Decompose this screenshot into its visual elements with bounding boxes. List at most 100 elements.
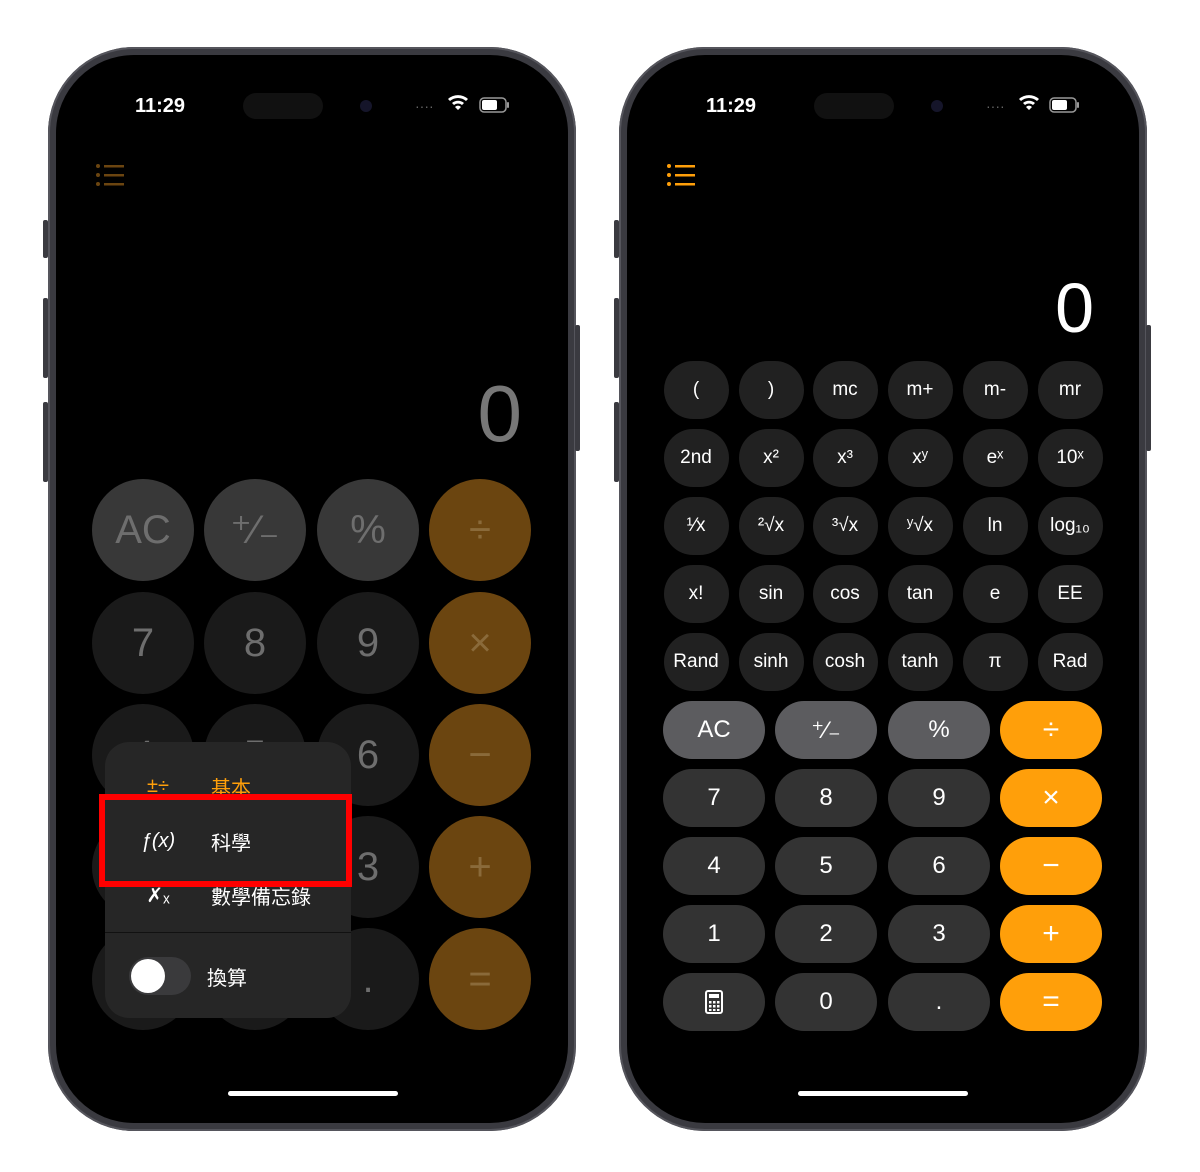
calculator-icon <box>705 990 723 1014</box>
sci-key-10ˣ[interactable]: 10ˣ <box>1037 429 1103 487</box>
key-AC[interactable]: AC <box>92 479 194 581</box>
key-7[interactable]: 7 <box>92 592 194 694</box>
key-label: cosh <box>824 651 866 672</box>
sci-key-m-[interactable]: m- <box>962 361 1028 419</box>
sci-key-mr[interactable]: mr <box>1037 361 1103 419</box>
key-AC[interactable]: AC <box>663 701 765 759</box>
key-3[interactable]: 3 <box>888 905 990 963</box>
key-+[interactable]: + <box>429 816 531 918</box>
key-1[interactable]: 1 <box>663 905 765 963</box>
key-+[interactable]: + <box>1000 905 1102 963</box>
sci-key-Rad[interactable]: Rad <box>1037 633 1103 691</box>
key-=[interactable]: = <box>1000 973 1102 1031</box>
sci-key-x²[interactable]: x² <box>738 429 804 487</box>
key-label: % <box>350 507 386 552</box>
sci-key-cosh[interactable]: cosh <box>812 633 878 691</box>
key-9[interactable]: 9 <box>317 592 419 694</box>
home-indicator[interactable] <box>798 1091 968 1096</box>
key-2[interactable]: 2 <box>775 905 877 963</box>
key-×[interactable]: × <box>429 592 531 694</box>
sci-key-sin[interactable]: sin <box>738 565 804 623</box>
battery-icon <box>1049 97 1081 118</box>
sci-key-)[interactable]: ) <box>738 361 804 419</box>
dynamic-island <box>814 93 894 119</box>
key-label: = <box>1042 985 1060 1018</box>
key-⁺∕₋[interactable]: ⁺∕₋ <box>775 701 877 759</box>
key-label: ³√x <box>831 515 859 536</box>
display-value: 0 <box>477 369 523 458</box>
sci-key-EE[interactable]: EE <box>1037 565 1103 623</box>
key-9[interactable]: 9 <box>888 769 990 827</box>
key-label: tan <box>906 583 934 604</box>
key-label: ( <box>692 379 700 400</box>
key-⁺∕₋[interactable]: ⁺∕₋ <box>204 479 306 581</box>
key-8[interactable]: 8 <box>204 592 306 694</box>
home-indicator[interactable] <box>228 1091 398 1096</box>
sci-key-m+[interactable]: m+ <box>887 361 953 419</box>
key-label: 8 <box>819 784 833 811</box>
key-label: sin <box>758 583 784 604</box>
sci-key-x³[interactable]: x³ <box>812 429 878 487</box>
dynamic-island <box>243 93 323 119</box>
key-0[interactable]: 0 <box>775 973 877 1031</box>
sci-key-³√x[interactable]: ³√x <box>812 497 878 555</box>
key-÷[interactable]: ÷ <box>429 479 531 581</box>
list-menu-icon[interactable] <box>667 163 695 192</box>
key-%[interactable]: % <box>317 479 419 581</box>
key-label: AC <box>697 716 731 743</box>
calculator-icon-button[interactable] <box>663 973 765 1031</box>
convert-toggle[interactable] <box>129 957 191 995</box>
key-8[interactable]: 8 <box>775 769 877 827</box>
sci-key-2nd[interactable]: 2nd <box>663 429 729 487</box>
key-5[interactable]: 5 <box>775 837 877 895</box>
key-label: m- <box>983 379 1007 400</box>
sci-key-²√x[interactable]: ²√x <box>738 497 804 555</box>
sci-key-ʸ√x[interactable]: ʸ√x <box>887 497 953 555</box>
key-−[interactable]: − <box>1000 837 1102 895</box>
side-button <box>43 220 48 258</box>
key-label: 9 <box>932 784 946 811</box>
key-label: 2nd <box>680 447 712 468</box>
sci-key-cos[interactable]: cos <box>812 565 878 623</box>
key-%[interactable]: % <box>888 701 990 759</box>
key-=[interactable]: = <box>429 928 531 1030</box>
key-6[interactable]: 6 <box>888 837 990 895</box>
key-×[interactable]: × <box>1000 769 1102 827</box>
key-4[interactable]: 4 <box>663 837 765 895</box>
sci-key-tanh[interactable]: tanh <box>887 633 953 691</box>
signal-icon: ···· <box>415 98 434 114</box>
menu-item-label: 換算 <box>207 967 247 990</box>
sci-key-e[interactable]: e <box>962 565 1028 623</box>
sci-key-xʸ[interactable]: xʸ <box>887 429 953 487</box>
key-label: 5 <box>819 852 833 879</box>
key-label: . <box>935 988 943 1015</box>
wifi-icon <box>1018 94 1040 115</box>
key-label: tanh <box>901 651 939 672</box>
list-menu-icon[interactable] <box>96 163 124 192</box>
sci-key-¹⁄x[interactable]: ¹⁄x <box>663 497 729 555</box>
menu-item-convert[interactable]: 換算 <box>105 956 351 996</box>
key-label: eˣ <box>986 447 1004 468</box>
sci-key-([interactable]: ( <box>663 361 729 419</box>
sci-key-x![interactable]: x! <box>663 565 729 623</box>
key-label: . <box>362 956 374 1001</box>
key-.[interactable]: . <box>888 973 990 1031</box>
key-7[interactable]: 7 <box>663 769 765 827</box>
key-−[interactable]: − <box>429 704 531 806</box>
key-÷[interactable]: ÷ <box>1000 701 1102 759</box>
sci-key-ln[interactable]: ln <box>962 497 1028 555</box>
sci-key-log₁₀[interactable]: log₁₀ <box>1037 497 1103 555</box>
key-label: ²√x <box>757 515 785 536</box>
key-label: AC <box>115 507 171 552</box>
key-label: ⁺∕₋ <box>811 716 841 744</box>
sci-key-mc[interactable]: mc <box>812 361 878 419</box>
sci-key-eˣ[interactable]: eˣ <box>962 429 1028 487</box>
key-label: 6 <box>932 852 946 879</box>
key-label: sinh <box>753 651 789 672</box>
key-label: Rand <box>673 651 719 672</box>
sci-key-π[interactable]: π <box>962 633 1028 691</box>
sci-key-tan[interactable]: tan <box>887 565 953 623</box>
sci-key-Rand[interactable]: Rand <box>663 633 729 691</box>
camera-icon <box>360 100 372 112</box>
sci-key-sinh[interactable]: sinh <box>738 633 804 691</box>
